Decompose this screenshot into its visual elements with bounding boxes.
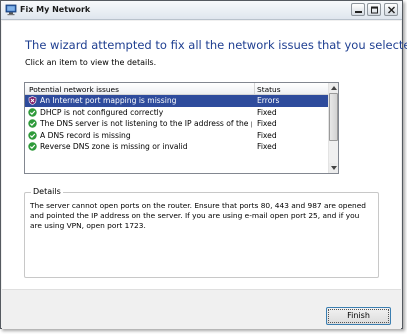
column-divider[interactable]	[254, 83, 255, 95]
minimize-button[interactable]	[351, 3, 365, 16]
check-icon	[28, 107, 37, 117]
wizard-footer: Finish	[2, 289, 401, 329]
list-header: Potential network issues Status	[25, 83, 329, 95]
error-shield-icon	[28, 96, 37, 105]
issue-label: DHCP is not configured correctly	[40, 107, 164, 117]
status-label: Fixed	[257, 119, 277, 128]
page-heading: The wizard attempted to fix all the netw…	[25, 38, 407, 52]
minimize-icon	[355, 11, 362, 13]
finish-button[interactable]: Finish	[326, 307, 391, 325]
details-text: The server cannot open ports on the rout…	[30, 201, 366, 230]
status-label: Fixed	[257, 107, 277, 117]
list-rows: An Internet port mapping is missing Erro…	[25, 95, 329, 153]
issues-list[interactable]: Potential network issues Status An Inter…	[24, 82, 339, 174]
network-icon	[5, 4, 17, 16]
check-icon	[28, 130, 37, 140]
instruction-text: Click an item to view the details.	[25, 58, 157, 67]
close-icon	[388, 6, 395, 14]
scroll-thumb[interactable]	[329, 93, 338, 141]
fix-my-network-window: Fix My Network The wizard attempted to f…	[0, 0, 407, 329]
issue-label: An Internet port mapping is missing	[40, 96, 177, 105]
maximize-button[interactable]	[367, 3, 381, 16]
title-bar[interactable]: Fix My Network	[1, 1, 402, 20]
list-item[interactable]: An Internet port mapping is missing Erro…	[25, 95, 329, 107]
window-title: Fix My Network	[20, 5, 91, 14]
focus-rectangle	[328, 309, 389, 323]
details-label: Details	[31, 187, 63, 196]
arrow-up-icon	[331, 86, 337, 90]
scroll-down-button[interactable]	[329, 163, 338, 173]
maximize-icon	[371, 6, 378, 14]
status-label: Errors	[257, 96, 280, 105]
column-header-status[interactable]: Status	[257, 85, 281, 94]
list-item[interactable]: A DNS record is missing Fixed	[25, 130, 329, 142]
list-scrollbar[interactable]	[328, 83, 338, 173]
issue-label: Reverse DNS zone is missing or invalid	[40, 142, 188, 151]
list-item[interactable]: Reverse DNS zone is missing or invalid F…	[25, 141, 329, 153]
column-header-issues[interactable]: Potential network issues	[29, 85, 119, 94]
list-item[interactable]: DHCP is not configured correctly Fixed	[25, 107, 329, 119]
issue-label: The DNS server is not listening to the I…	[40, 119, 252, 128]
issue-label: A DNS record is missing	[40, 130, 131, 140]
wizard-page: The wizard attempted to fix all the netw…	[2, 21, 407, 289]
status-label: Fixed	[257, 130, 277, 140]
scroll-up-button[interactable]	[329, 83, 338, 93]
status-label: Fixed	[257, 142, 277, 151]
check-icon	[28, 142, 37, 151]
details-group: Details The server cannot open ports on …	[24, 187, 379, 278]
check-icon	[28, 119, 37, 128]
list-item[interactable]: The DNS server is not listening to the I…	[25, 118, 329, 130]
close-button[interactable]	[384, 3, 398, 16]
arrow-down-icon	[331, 166, 337, 170]
